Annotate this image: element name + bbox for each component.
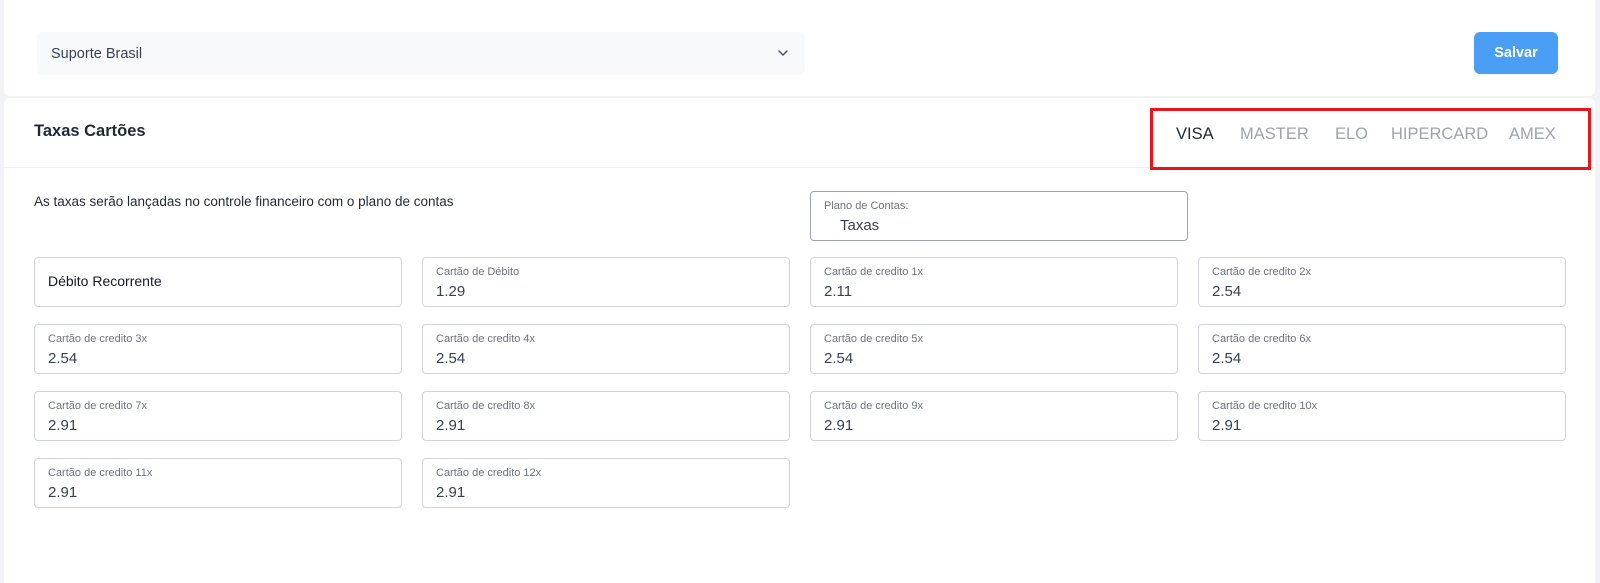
field-label: Cartão de credito 6x (1212, 333, 1312, 345)
credito-6x-field[interactable]: Cartão de credito 6x 2.54 (1198, 324, 1566, 374)
card-title: Taxas Cartões (34, 122, 146, 140)
credito-5x-field[interactable]: Cartão de credito 5x 2.54 (810, 324, 1178, 374)
field-value: 2.91 (1212, 417, 1242, 434)
credito-2x-field[interactable]: Cartão de credito 2x 2.54 (1198, 257, 1566, 307)
field-value: 2.91 (436, 484, 466, 501)
field-value: 2.54 (1212, 283, 1242, 300)
field-label: Cartão de credito 1x (824, 266, 924, 278)
field-label: Cartão de credito 9x (824, 400, 924, 412)
tab-hipercard[interactable]: HIPERCARD (1391, 125, 1488, 144)
chevron-down-icon (778, 50, 788, 56)
field-value: 2.91 (824, 417, 854, 434)
field-value: 2.54 (436, 350, 466, 367)
tab-visa[interactable]: VISA (1176, 125, 1214, 144)
credito-7x-field[interactable]: Cartão de credito 7x 2.91 (34, 391, 402, 441)
field-label: Cartão de Débito (436, 266, 520, 278)
info-text: As taxas serão lançadas no controle fina… (34, 194, 454, 209)
cartao-debito-field[interactable]: Cartão de Débito 1.29 (422, 257, 790, 307)
tab-master[interactable]: MASTER (1240, 125, 1309, 144)
credito-4x-field[interactable]: Cartão de credito 4x 2.54 (422, 324, 790, 374)
field-value: 1.29 (436, 283, 466, 300)
field-value: 2.54 (1212, 350, 1242, 367)
credito-1x-field[interactable]: Cartão de credito 1x 2.11 (810, 257, 1178, 307)
field-value: Taxas (840, 217, 880, 234)
tab-elo[interactable]: ELO (1335, 125, 1368, 144)
top-bar: Suporte Brasil (4, 0, 1595, 96)
field-label: Cartão de credito 7x (48, 400, 148, 412)
credito-10x-field[interactable]: Cartão de credito 10x 2.91 (1198, 391, 1566, 441)
field-label: Cartão de credito 3x (48, 333, 148, 345)
save-button[interactable]: Salvar (1474, 32, 1558, 74)
card-fees: Taxas Cartões VISA MASTER ELO HIPERCARD … (4, 98, 1595, 583)
field-value: 2.91 (48, 417, 78, 434)
plano-de-contas-field[interactable]: Plano de Contas: Taxas (810, 191, 1188, 241)
tab-amex[interactable]: AMEX (1509, 125, 1556, 144)
field-label: Cartão de credito 8x (436, 400, 536, 412)
credito-3x-field[interactable]: Cartão de credito 3x 2.54 (34, 324, 402, 374)
field-value: Débito Recorrente (48, 273, 162, 289)
field-label: Cartão de credito 11x (48, 467, 153, 479)
field-value: 2.54 (48, 350, 78, 367)
field-value: 2.91 (436, 417, 466, 434)
field-label: Cartão de credito 12x (436, 467, 542, 479)
credito-11x-field[interactable]: Cartão de credito 11x 2.91 (34, 458, 402, 508)
field-value: 2.11 (824, 283, 853, 300)
credito-12x-field[interactable]: Cartão de credito 12x 2.91 (422, 458, 790, 508)
field-value: 2.91 (48, 484, 78, 501)
credito-9x-field[interactable]: Cartão de credito 9x 2.91 (810, 391, 1178, 441)
account-select-value: Suporte Brasil (51, 45, 143, 62)
field-label: Cartão de credito 10x (1212, 400, 1318, 412)
field-label: Plano de Contas: (824, 200, 909, 212)
debito-recorrente-field[interactable]: Débito Recorrente (34, 257, 402, 307)
field-value: 2.54 (824, 350, 854, 367)
field-label: Cartão de credito 2x (1212, 266, 1312, 278)
field-label: Cartão de credito 5x (824, 333, 924, 345)
field-label: Cartão de credito 4x (436, 333, 536, 345)
credito-8x-field[interactable]: Cartão de credito 8x 2.91 (422, 391, 790, 441)
account-select[interactable]: Suporte Brasil (37, 32, 805, 75)
